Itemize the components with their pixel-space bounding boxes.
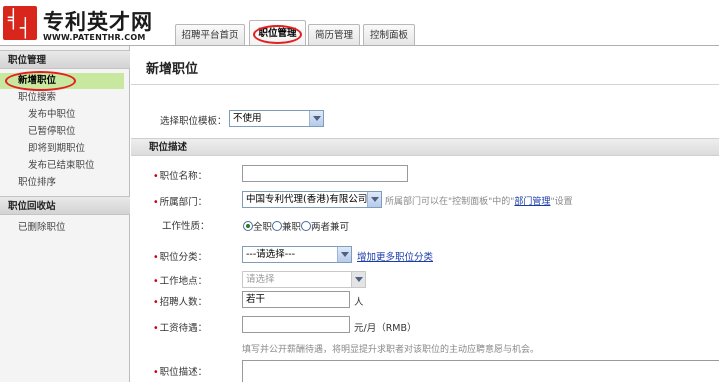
section-heading-job-description: 职位描述 (131, 138, 719, 156)
sidebar-heading-job-recycle-bin: 职位回收站 (0, 196, 130, 215)
sidebar: 职位管理 新增职位 职位搜索 发布中职位 已暂停职位 即将到期职位 发布已结束职… (0, 46, 130, 382)
label-text: 职位名称： (159, 171, 208, 182)
salary-label: •工资待遇： (153, 320, 207, 334)
required-mark: • (153, 171, 159, 182)
hint-text: "设置 (550, 197, 573, 207)
main-content: 新增职位 选择职位模板： 不使用 职位描述 •职位名称： •所属部门： 中国专利… (131, 46, 719, 382)
radio-label: 两者兼可 (311, 222, 350, 233)
description-label: •职位描述： (153, 364, 207, 378)
job-name-label: •职位名称： (153, 168, 207, 182)
template-select[interactable]: 不使用 (229, 110, 324, 127)
job-name-input[interactable] (242, 165, 408, 182)
department-hint: 所属部门可以在"控制面板"中的"部门管理"设置 (385, 194, 573, 207)
sidebar-item-job-search[interactable]: 职位搜索 (18, 90, 56, 106)
category-select-value: ---请选择--- (246, 249, 296, 260)
radio-part-time[interactable] (272, 221, 283, 231)
required-mark: • (153, 367, 159, 378)
site-name: 专利英才网 (43, 10, 153, 34)
logo-icon: ╡ ┤ (3, 6, 37, 40)
sidebar-item-published-jobs[interactable]: 发布中职位 (28, 107, 76, 123)
headcount-label: •招聘人数： (153, 294, 207, 308)
tab-job-management[interactable]: 职位管理 (249, 20, 306, 47)
required-mark: • (153, 252, 159, 263)
label-text: 工资待遇： (159, 323, 208, 334)
sidebar-heading-job-management: 职位管理 (0, 50, 130, 69)
required-mark: • (153, 197, 159, 208)
label-text: 职位分类： (159, 252, 208, 263)
headcount-input[interactable]: 若干 (242, 291, 350, 308)
sidebar-item-expiring-jobs[interactable]: 即将到期职位 (28, 141, 85, 157)
tab-control-panel[interactable]: 控制面板 (363, 24, 415, 46)
salary-unit: 元/月（RMB） (354, 323, 417, 334)
radio-label: 兼职 (282, 222, 302, 233)
radio-full-time[interactable] (243, 221, 253, 231)
template-select-value: 不使用 (233, 113, 262, 124)
job-type-radio-group: 全职 兼职 两者兼可 (243, 219, 349, 233)
header: ╡ ┤ 专利英才网 WWW.PATENTHR.COM 招聘平台首页 职位管理 简历… (0, 0, 719, 47)
radio-either[interactable] (301, 221, 312, 231)
chevron-down-icon (351, 272, 365, 287)
site-url: WWW.PATENTHR.COM (43, 33, 146, 42)
sidebar-item-ended-jobs[interactable]: 发布已结束职位 (28, 158, 95, 174)
template-label: 选择职位模板： (160, 116, 227, 127)
category-select[interactable]: ---请选择--- (242, 246, 352, 263)
label-text: 招聘人数： (159, 297, 208, 308)
add-category-link[interactable]: 增加更多职位分类 (357, 249, 433, 263)
title-divider (131, 84, 719, 85)
sidebar-item-new-job[interactable]: 新增职位 (0, 71, 124, 91)
salary-input[interactable] (242, 316, 350, 333)
sidebar-item-deleted-jobs[interactable]: 已删除职位 (18, 220, 66, 236)
label-text: 工作地点： (159, 276, 208, 287)
location-label: •工作地点： (153, 273, 207, 287)
chevron-down-icon (309, 111, 323, 126)
hint-text: 所属部门可以在"控制面板"中的" (385, 197, 515, 207)
location-select[interactable]: 请选择 (242, 271, 366, 288)
required-mark: • (153, 276, 159, 287)
label-text: 所属部门： (159, 197, 208, 208)
description-textarea[interactable] (242, 360, 719, 382)
sidebar-item-paused-jobs[interactable]: 已暂停职位 (28, 124, 76, 140)
tab-label: 简历管理 (314, 30, 353, 41)
location-placeholder: 请选择 (246, 274, 275, 285)
tab-recruit-home[interactable]: 招聘平台首页 (175, 24, 245, 46)
tab-label: 招聘平台首页 (181, 30, 239, 41)
required-mark: • (153, 323, 159, 334)
highlight-ring (253, 25, 302, 44)
tab-label: 控制面板 (369, 30, 408, 41)
department-label: •所属部门： (153, 194, 207, 208)
chevron-down-icon (367, 192, 381, 207)
sidebar-item-job-sort[interactable]: 职位排序 (18, 175, 56, 191)
department-management-link[interactable]: 部门管理 (514, 197, 550, 207)
chevron-down-icon (337, 247, 351, 262)
radio-label: 全职 (253, 222, 273, 233)
job-type-label: 工作性质： (162, 221, 210, 232)
category-label: •职位分类： (153, 249, 207, 263)
tab-resume-management[interactable]: 简历管理 (308, 24, 360, 46)
department-select-value: 中国专利代理(香港)有限公司 (246, 194, 368, 205)
headcount-unit: 人 (354, 297, 364, 308)
label-text: 职位描述： (159, 367, 208, 378)
department-select[interactable]: 中国专利代理(香港)有限公司 (242, 191, 382, 208)
required-mark: • (153, 297, 159, 308)
page-title: 新增职位 (146, 62, 199, 77)
highlight-ring (5, 71, 76, 91)
salary-note: 填写并公开薪酬待遇，将明显提升求职者对该职位的主动应聘意愿与机会。 (242, 345, 540, 355)
